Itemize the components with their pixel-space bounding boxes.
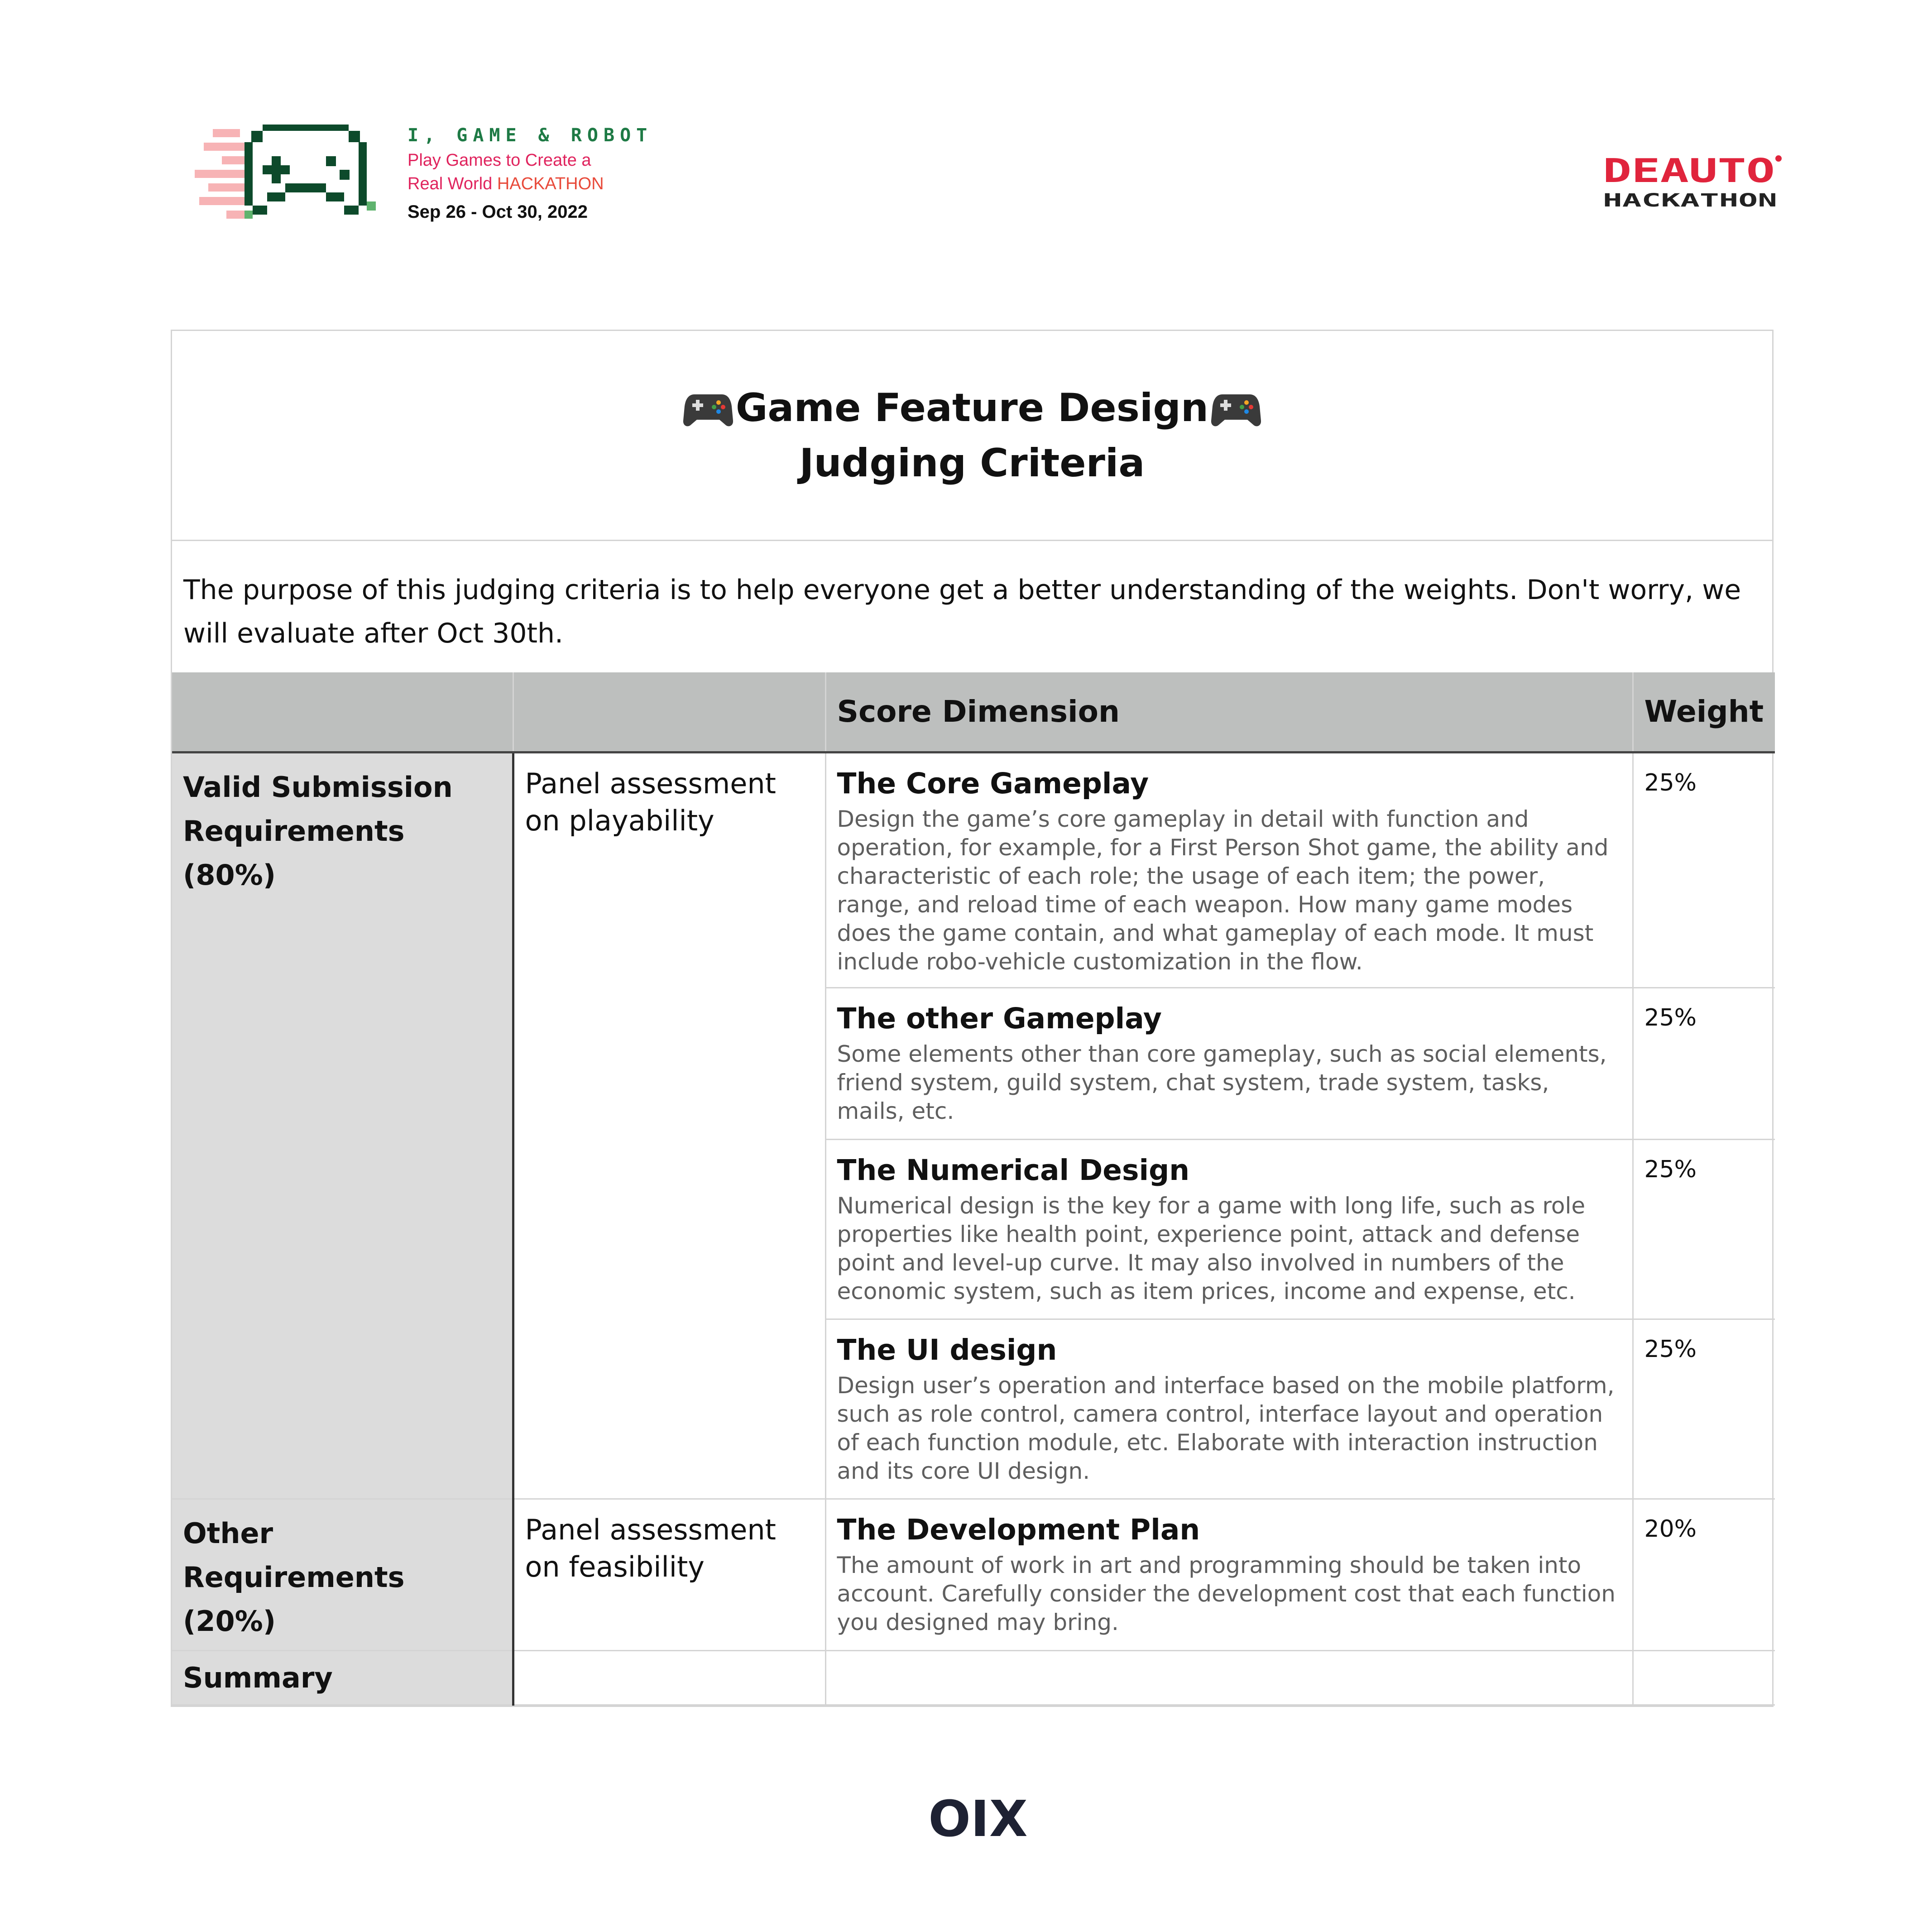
dimension-description: Design user’s operation and interface ba… [837, 1372, 1615, 1484]
table-header-row: Score Dimension Weight [172, 672, 1775, 753]
dimension-cell: The other Gameplay Some elements other t… [825, 987, 1634, 1140]
dimension-cell: The Core Gameplay Design the game’s core… [825, 751, 1634, 988]
criteria-table: Score Dimension Weight Valid Submission … [172, 672, 1775, 1706]
summary-cell-empty [825, 1649, 1634, 1706]
table-row: Valid Submission Requirements (80%) Pane… [172, 751, 1775, 1500]
header-cell-score-dimension: Score Dimension [825, 672, 1633, 753]
gamepad-icon [1211, 394, 1261, 426]
weight-cell: 25% [1632, 1318, 1775, 1500]
weight-cell: 25% [1632, 751, 1775, 988]
summary-label: Summary [172, 1649, 514, 1706]
event-tagline-line1: Play Games to Create a [407, 151, 591, 170]
dimension-description: Design the game’s core gameplay in detai… [837, 805, 1609, 975]
summary-cell-empty [512, 1649, 826, 1706]
oix-logo: OIX [928, 1793, 1027, 1847]
table-row: Other Requirements (20%) Panel assessmen… [172, 1498, 1775, 1651]
summary-row: Summary [172, 1649, 1775, 1706]
weight-cell: 25% [1632, 1138, 1775, 1320]
header-cell-category [172, 672, 513, 753]
dimension-description: Some elements other than core gameplay, … [837, 1040, 1607, 1124]
title-line-1: Game Feature Design [735, 385, 1209, 431]
dimension-title: The UI design [837, 1333, 1057, 1366]
dimension-cell: The Numerical Design Numerical design is… [825, 1138, 1634, 1320]
deauto-hackathon-logo: DEAUTO HACKATHON [1603, 154, 1782, 211]
dimension-title: The Core Gameplay [837, 767, 1149, 800]
dimension-title: The Numerical Design [837, 1153, 1190, 1187]
svg-text:DEAUTO: DEAUTO [1603, 154, 1775, 190]
judging-criteria-document: Game Feature Design Judging Criteria The… [171, 330, 1775, 1707]
dimension-description: Numerical design is the key for a game w… [837, 1192, 1586, 1304]
intro-paragraph: The purpose of this judging criteria is … [183, 574, 1741, 649]
event-info: I, GAME & ROBOT Play Games to Create a R… [407, 122, 652, 226]
panel-cell: Panel assessment on feasibility [512, 1498, 826, 1651]
dimension-cell: The UI design Design user’s operation an… [825, 1318, 1634, 1500]
tagline-highlight: HACKATHON [497, 174, 604, 193]
event-name: I, GAME & ROBOT [407, 125, 653, 146]
svg-text:OIX: OIX [928, 1793, 1027, 1847]
panel-cell: Panel assessment on playability [512, 751, 826, 1500]
gamepad-icon [683, 394, 733, 426]
title-box: Game Feature Design Judging Criteria [172, 331, 1772, 541]
category-cell: Other Requirements (20%) [172, 1498, 514, 1651]
event-dates: Sep 26 - Oct 30, 2022 [407, 202, 588, 222]
dimension-description: The amount of work in art and programmin… [837, 1552, 1616, 1635]
weight-cell: 25% [1632, 987, 1775, 1140]
header-cell-weight: Weight [1632, 672, 1775, 753]
title-line-2: Judging Criteria [799, 440, 1145, 486]
event-tagline-line2: Real World HACKATHON [407, 172, 652, 196]
tagline-prefix: Real World [407, 174, 497, 193]
document-title: Game Feature Design [683, 380, 1261, 436]
game-controller-pixel-icon [195, 125, 376, 219]
page-header: I, GAME & ROBOT Play Games to Create a R… [0, 0, 1932, 272]
dimension-title: The other Gameplay [837, 1002, 1162, 1035]
svg-text:HACKATHON: HACKATHON [1603, 190, 1777, 211]
dimension-cell: The Development Plan The amount of work … [825, 1498, 1634, 1651]
weight-cell: 20% [1632, 1498, 1775, 1651]
dimension-title: The Development Plan [837, 1513, 1200, 1546]
category-cell: Valid Submission Requirements (80%) [172, 751, 514, 1500]
header-cell-panel [512, 672, 825, 753]
summary-cell-empty [1632, 1649, 1775, 1706]
